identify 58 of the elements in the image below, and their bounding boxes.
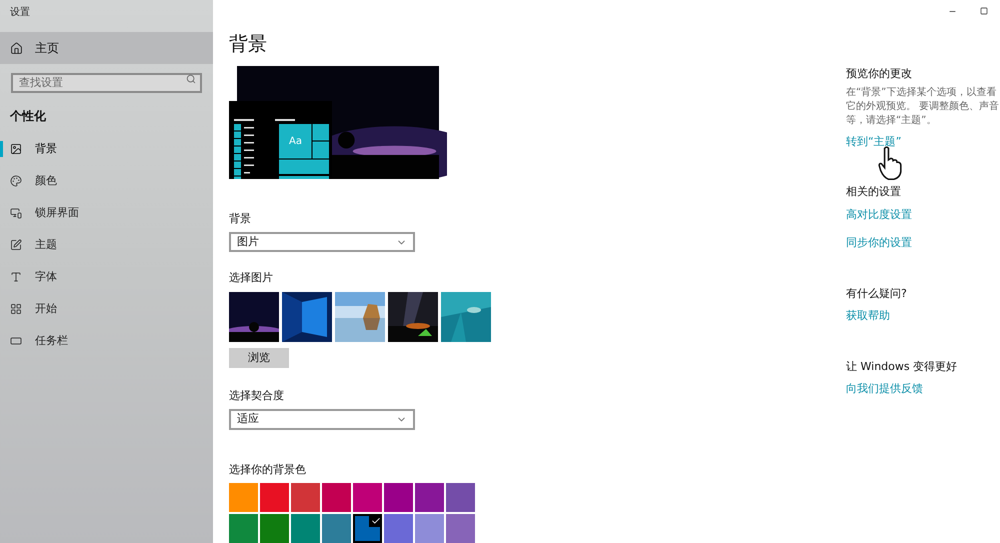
screen-icon <box>10 207 22 219</box>
color-swatch[interactable] <box>446 483 475 512</box>
hand-cursor-icon <box>878 146 902 180</box>
nav-item[interactable]: 开始 <box>0 293 213 325</box>
color-swatch[interactable] <box>260 483 289 512</box>
color-swatch[interactable] <box>446 514 475 543</box>
color-swatch[interactable] <box>291 514 320 543</box>
field-label: 选择图片 <box>229 270 274 286</box>
color-swatch[interactable] <box>353 483 382 512</box>
aside-link[interactable]: 向我们提供反馈 <box>846 381 1000 398</box>
search-field[interactable]: 查找设置 <box>11 72 202 92</box>
color-swatch[interactable] <box>322 483 351 512</box>
nav-item[interactable]: 锁屏界面 <box>0 197 213 229</box>
home-icon <box>10 42 23 54</box>
maximize-icon <box>980 7 988 15</box>
aside-heading: 相关的设置 <box>846 184 902 200</box>
aside-heading: 预览你的更改 <box>846 66 913 82</box>
tile-label: Aa <box>289 135 302 150</box>
nav-item[interactable]: 字体 <box>0 261 213 293</box>
color-swatch[interactable] <box>384 514 413 543</box>
font-icon <box>10 271 22 283</box>
picture-icon <box>10 143 22 155</box>
pen-icon <box>10 239 22 251</box>
background-dropdown[interactable]: 图片 <box>229 232 415 252</box>
fit-dropdown[interactable]: 适应 <box>229 408 415 430</box>
grid-icon <box>10 303 22 315</box>
palette-icon <box>10 175 22 187</box>
browse-button[interactable]: 浏览 <box>229 348 289 368</box>
taskbar-icon <box>10 335 22 347</box>
aside-link[interactable]: 同步你的设置 <box>846 235 1000 252</box>
color-swatch[interactable] <box>229 514 258 543</box>
aside-description: 在“背景”下选择某个选项，以查看它的外观预览。 要调整颜色、声音等，请选择“主题”。 <box>846 86 1000 128</box>
color-swatch[interactable] <box>415 483 444 512</box>
color-swatch[interactable] <box>322 514 351 543</box>
check-icon <box>370 516 380 526</box>
window-title: 设置 <box>9 6 31 20</box>
nav-item[interactable]: 背景 <box>0 133 213 165</box>
color-swatch[interactable] <box>384 483 413 512</box>
color-swatch[interactable] <box>353 514 382 543</box>
color-swatch[interactable] <box>260 514 289 543</box>
color-swatch[interactable] <box>415 514 444 543</box>
aside-link[interactable]: 高对比度设置 <box>846 206 1000 223</box>
aside-link[interactable]: 转到“主题” <box>846 134 1000 150</box>
aside-heading: 有什么疑问? <box>846 286 908 302</box>
aside-link[interactable]: 获取帮助 <box>846 308 1000 324</box>
search-icon <box>186 74 196 84</box>
nav-item[interactable]: 颜色 <box>0 165 213 197</box>
field-label: 背景 <box>229 211 252 228</box>
home-item[interactable]: 主页 <box>0 32 213 64</box>
field-label: 选择你的背景色 <box>229 462 307 478</box>
color-swatch[interactable] <box>229 483 258 512</box>
color-swatch[interactable] <box>291 483 320 512</box>
field-label: 选择契合度 <box>229 388 285 404</box>
nav-item[interactable]: 任务栏 <box>0 325 213 357</box>
section-heading: 个性化 <box>8 108 47 125</box>
aside-heading: 让 Windows 变得更好 <box>846 358 958 374</box>
page-title: 背景 <box>229 35 268 54</box>
nav-item[interactable]: 主题 <box>0 229 213 261</box>
